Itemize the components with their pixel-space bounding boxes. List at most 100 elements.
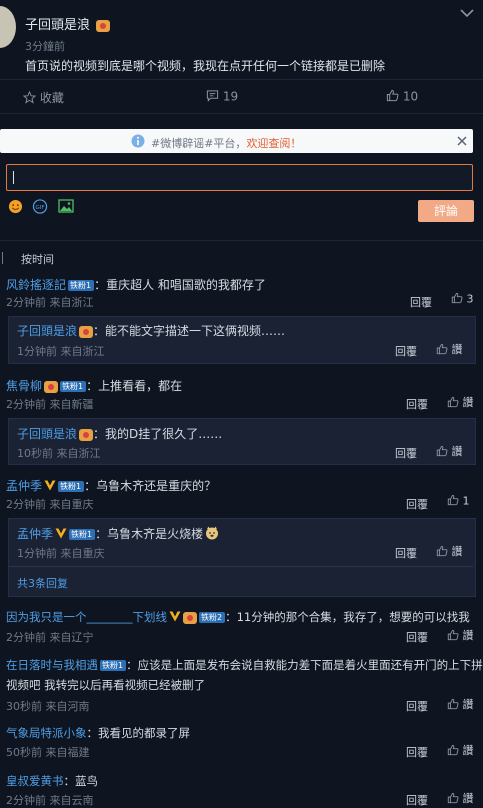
comment-text: ：蓝鸟	[63, 774, 99, 788]
comment-meta: 2分钟前 来自浙江	[6, 296, 94, 309]
post-text: 首页说的视频到底是哪个视频，我现在点开任何一个链接都是已删除	[25, 59, 386, 73]
comment-text: ：乌鲁木齐还是重庆的？	[84, 479, 217, 493]
thumbs-up-icon	[447, 744, 459, 759]
reply-button[interactable]: 回覆	[406, 396, 428, 412]
fan-badge: 铁粉1	[68, 280, 95, 291]
comment-like-button[interactable]: 讚	[447, 627, 474, 644]
reply-button[interactable]: 回覆	[406, 744, 428, 760]
reply-user[interactable]: 子回頭是浪	[17, 427, 77, 441]
comment-user[interactable]: 气象局特派小象	[6, 726, 87, 740]
comment-user[interactable]: 焦骨柳	[6, 379, 42, 393]
comment-user[interactable]: 孟仲季	[6, 479, 42, 493]
comment-meta: 2分钟前 来自云南	[6, 794, 94, 807]
reply-button[interactable]: 回覆	[410, 294, 432, 310]
comment-like-button[interactable]: 讚	[447, 696, 474, 713]
comment-like-button[interactable]: 讚	[447, 394, 474, 411]
reply-button[interactable]: 回覆	[406, 496, 428, 512]
comment-meta: 30秒前 来自河南	[6, 700, 90, 713]
reply-meta: 10秒前 来自浙江	[17, 447, 101, 460]
like-label: 讚	[462, 792, 474, 805]
comment-line: 焦骨柳 铁粉1 ：上推看看，都在	[6, 377, 182, 394]
reply-user[interactable]: 子回頭是浪	[17, 324, 77, 338]
comment-text: ：上推看看，都在	[86, 379, 183, 393]
comment-user[interactable]: 皇叔爱黄书	[6, 774, 64, 788]
avatar[interactable]	[0, 6, 16, 48]
reply-like-button[interactable]: 讚	[436, 443, 463, 460]
comment-text-line2: 视频吧 我转完以后再看视频已经被删了	[6, 678, 206, 692]
reply-button[interactable]: 回覆	[395, 343, 417, 359]
comment-text: ：应该是上面是发布会说自救能力差下面是着火里面还有开门的上下拼接	[126, 658, 483, 672]
comment-button[interactable]: 19	[206, 89, 238, 105]
close-icon[interactable]	[457, 135, 467, 149]
verified-v-icon	[44, 480, 56, 494]
reply-meta: 1分钟前 来自浙江	[17, 345, 105, 358]
gif-icon[interactable]: GIF	[32, 199, 48, 217]
like-button[interactable]: 10	[386, 89, 418, 105]
comment-line: 在日落时与我相遇 铁粉1 ：应该是上面是发布会说自救能力差下面是着火里面还有开门的上…	[6, 657, 483, 673]
like-label: 讚	[451, 445, 463, 458]
comment-user[interactable]: 风鈴搖逐記	[6, 278, 66, 292]
reply-like-button[interactable]: 讚	[436, 341, 463, 358]
notice-link[interactable]: 欢迎查阅！	[246, 137, 301, 150]
fan-emoji-icon	[79, 428, 94, 441]
comment-like-button[interactable]: 1	[447, 494, 470, 509]
sort-by-time[interactable]: 按时间	[21, 251, 54, 267]
comment-like-button[interactable]: 讚	[447, 742, 474, 759]
thumbs-up-icon	[436, 343, 448, 358]
reply-button[interactable]: 回覆	[395, 445, 417, 461]
fan-badge: 铁粉1	[58, 481, 85, 492]
thumbs-up-icon	[436, 445, 448, 460]
comment-text: ：我看见的都录了屏	[86, 726, 191, 740]
reply-text: ：乌鲁木齐是火烧楼	[95, 527, 204, 541]
reply-button[interactable]: 回覆	[406, 698, 428, 714]
reply-user[interactable]: 孟仲季	[17, 527, 53, 541]
comment-user[interactable]: 因为我只是一个________下划线	[6, 610, 167, 624]
like-label: 讚	[451, 343, 463, 356]
reply-like-button[interactable]: 讚	[436, 543, 463, 560]
reply-button[interactable]: 回覆	[406, 792, 428, 808]
like-label: 讚	[462, 396, 474, 409]
emoji-icon[interactable]	[8, 199, 23, 217]
notice-tag[interactable]: #微博辟谣#平台，	[151, 137, 246, 150]
thumbs-up-icon	[447, 396, 459, 411]
fan-badge: 铁粉1	[60, 381, 87, 392]
comment-line: 皇叔爱黄书：蓝鸟	[6, 773, 98, 789]
favorite-button[interactable]: 收藏	[22, 89, 64, 107]
fan-emoji-icon	[183, 611, 197, 624]
thumbs-up-icon	[386, 89, 399, 105]
image-icon[interactable]	[58, 199, 74, 216]
comment-user[interactable]: 在日落时与我相遇	[6, 658, 98, 672]
submit-comment-button[interactable]: 評論	[418, 200, 474, 222]
favorite-label: 收藏	[39, 91, 64, 105]
comment-meta: 2分钟前 来自新疆	[6, 398, 94, 411]
thumbs-up-icon	[436, 545, 448, 560]
comment-input[interactable]	[6, 164, 473, 191]
post-author-name[interactable]: 子回頭是浪	[25, 18, 90, 33]
reply-button[interactable]: 回覆	[406, 629, 428, 645]
like-label: 讚	[462, 744, 474, 757]
reply-line: 子回頭是浪 ：能不能文字描述一下这俩视频……	[17, 322, 285, 339]
sort-divider	[2, 252, 3, 264]
like-label: 讚	[462, 698, 474, 711]
info-icon	[131, 134, 145, 151]
notice-text: #微博辟谣#平台，欢迎查阅！	[151, 135, 301, 151]
comment-like-button[interactable]: 讚	[447, 790, 474, 807]
comment-text: ：重庆超人 和唱国歌的我都存了	[94, 278, 266, 292]
like-count: 3	[466, 292, 474, 306]
comment-line: 气象局特派小象：我看见的都录了屏	[6, 725, 190, 741]
chevron-down-icon[interactable]	[460, 7, 474, 21]
reply-text: ：我的D挂了很久了……	[93, 427, 223, 441]
fan-badge: 铁粉1	[69, 529, 96, 540]
comment-like-button[interactable]: 3	[451, 292, 474, 307]
thumbs-up-icon	[447, 698, 459, 713]
thumbs-up-icon	[451, 292, 463, 307]
fan-emoji-icon	[96, 19, 111, 32]
post-time: 3分鐘前	[25, 40, 65, 53]
post-author[interactable]: 子回頭是浪	[25, 14, 111, 33]
verified-v-icon	[55, 528, 67, 542]
reply-button[interactable]: 回覆	[395, 545, 417, 561]
comment-meta: 2分钟前 来自重庆	[6, 498, 94, 511]
comment-text: ：11分钟的那个合集，我存了，想要的可以找我	[225, 610, 470, 624]
fan-emoji-icon	[79, 325, 94, 338]
more-replies-link[interactable]: 共3条回复	[17, 575, 68, 591]
